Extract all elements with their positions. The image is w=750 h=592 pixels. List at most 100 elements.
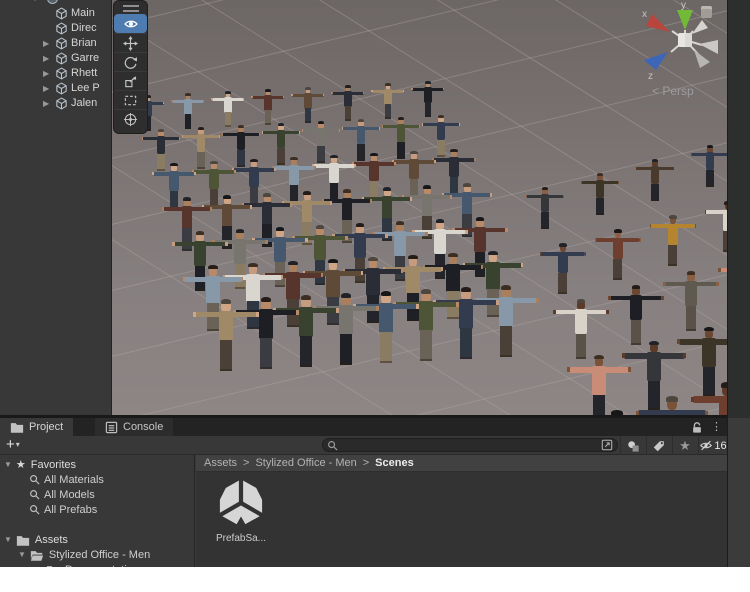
scene-orientation-gizmo[interactable]: y x z < Persp <box>622 0 727 100</box>
character-figure[interactable] <box>690 145 727 188</box>
breadcrumb-part-current[interactable]: Scenes <box>375 457 414 469</box>
move-tool-button[interactable] <box>114 33 147 52</box>
search-input[interactable] <box>341 439 601 451</box>
scene-view[interactable]: y x z < Persp <box>112 0 727 416</box>
tab-project[interactable]: Project <box>0 418 74 436</box>
tree-label: All Prefabs <box>44 503 98 516</box>
gizmo-z-axis-cone[interactable] <box>644 52 668 70</box>
character-figure[interactable] <box>663 270 719 332</box>
star-icon: ★ <box>679 437 691 453</box>
transform-tool-button[interactable] <box>114 109 147 128</box>
hierarchy-item-label: Rhett <box>71 67 98 79</box>
tab-console[interactable]: Console <box>95 418 174 436</box>
character-figure[interactable] <box>635 159 675 202</box>
character-figure[interactable] <box>608 284 664 346</box>
menu-dots-icon[interactable]: ⋮ <box>711 422 722 433</box>
favorites-item-all-prefabs[interactable]: All Prefabs <box>29 502 97 517</box>
chevron-down-icon: ▾ <box>15 440 20 449</box>
search-field[interactable] <box>322 438 618 452</box>
search-icon <box>30 505 40 515</box>
expand-arrow-icon[interactable]: ▶ <box>43 54 52 63</box>
character-figure[interactable] <box>411 81 445 118</box>
right-edge-panel-top <box>727 0 750 418</box>
character-figure[interactable] <box>539 242 587 295</box>
gizmo-neg-y-cone[interactable] <box>692 20 708 34</box>
gizmo-x-axis-cone[interactable] <box>646 14 670 32</box>
scale-icon <box>125 75 137 87</box>
breadcrumb-part[interactable]: Stylized Office - Men <box>255 457 356 469</box>
character-figure[interactable] <box>580 173 620 216</box>
hierarchy-item[interactable]: Direc <box>0 21 111 36</box>
collapse-arrow-icon[interactable]: ▼ <box>18 550 26 559</box>
tree-label: All Materials <box>44 473 104 486</box>
character-figure[interactable] <box>291 87 325 124</box>
hidden-count-toggle[interactable]: 16 <box>698 436 727 455</box>
gameobject-cube-icon <box>55 67 68 80</box>
hierarchy-item[interactable]: ▶ Brian <box>0 36 111 51</box>
hierarchy-item[interactable]: ▶ Lee P <box>0 81 111 96</box>
project-content-area[interactable]: PrefabSa... <box>196 472 727 567</box>
gizmo-y-label: y <box>681 0 686 11</box>
open-folder-icon <box>30 550 44 561</box>
folder-stylized-office-men[interactable]: ▼ Stylized Office - Men <box>18 547 150 562</box>
character-figure[interactable] <box>171 93 205 130</box>
collapse-arrow-icon[interactable]: ▼ <box>4 535 12 544</box>
expand-arrow-icon[interactable]: ▼ <box>31 0 39 3</box>
gizmo-neg-x-cone[interactable] <box>699 40 718 54</box>
tree-label: Favorites <box>30 458 77 471</box>
project-panel: Project Console ⋮ +▾ ★ 16 ▼ ★ Favorites … <box>0 418 727 567</box>
character-figure[interactable] <box>192 298 260 372</box>
character-figure[interactable] <box>525 187 565 230</box>
gizmo-neg-z-cone[interactable] <box>694 50 710 68</box>
hierarchy-item[interactable]: ▶ Jalen <box>0 96 111 111</box>
folder-documentation[interactable]: Documentation <box>46 562 139 567</box>
overlay-grip-icon[interactable] <box>122 5 139 12</box>
character-figure[interactable] <box>371 83 405 120</box>
add-asset-button[interactable]: +▾ <box>6 436 20 454</box>
filter-by-label-button[interactable] <box>646 436 671 455</box>
hierarchy-item[interactable]: Main <box>0 6 111 21</box>
character-figure[interactable] <box>567 354 631 416</box>
hidden-count: 16 <box>714 439 727 452</box>
character-figure[interactable] <box>649 214 697 267</box>
collapse-arrow-icon[interactable]: ▼ <box>4 460 12 469</box>
rotate-tool-button[interactable] <box>114 52 147 71</box>
gizmo-y-axis-cone[interactable] <box>677 10 693 30</box>
gameobject-cube-icon <box>55 97 68 110</box>
favorites-item-all-models[interactable]: All Models <box>29 487 95 502</box>
expand-arrow-icon[interactable]: ▶ <box>43 99 52 108</box>
favorites-section[interactable]: ▼ ★ Favorites <box>4 457 76 472</box>
right-edge-panel-bottom <box>727 418 750 567</box>
favorites-item-all-materials[interactable]: All Materials <box>29 472 104 487</box>
expand-arrow-icon[interactable]: ▶ <box>43 84 52 93</box>
tab-label: Console <box>123 421 164 433</box>
breadcrumb-part[interactable]: Assets <box>204 457 237 469</box>
asset-item-scene[interactable]: PrefabSa... <box>208 476 274 544</box>
panel-divider[interactable] <box>0 415 727 418</box>
character-figure[interactable] <box>594 228 642 281</box>
view-tool-button[interactable] <box>114 14 147 33</box>
open-search-window-icon[interactable] <box>601 439 613 451</box>
filter-by-type-button[interactable] <box>620 436 645 455</box>
gameobject-cube-icon <box>55 7 68 20</box>
scale-tool-button[interactable] <box>114 71 147 90</box>
expand-arrow-icon[interactable]: ▶ <box>43 39 52 48</box>
hierarchy-item[interactable]: ▶ Garre <box>0 51 111 66</box>
character-figure[interactable] <box>211 91 245 128</box>
perspective-mode-label[interactable]: < Persp <box>652 84 694 98</box>
gameobject-cube-icon <box>55 52 68 65</box>
hierarchy-item[interactable]: ▶ Rhett <box>0 66 111 81</box>
character-figure[interactable] <box>704 200 727 253</box>
lock-icon[interactable] <box>691 421 703 434</box>
character-figure[interactable] <box>251 89 285 126</box>
favorites-filter-button[interactable]: ★ <box>672 436 697 455</box>
gameobject-cube-icon <box>55 82 68 95</box>
character-figure[interactable] <box>553 298 609 360</box>
expand-arrow-icon[interactable]: ▶ <box>43 69 52 78</box>
folder-icon <box>10 423 24 433</box>
character-figure[interactable] <box>331 85 365 122</box>
gizmo-z-label: z <box>648 71 653 82</box>
assets-root-folder[interactable]: ▼ Assets <box>4 532 68 547</box>
character-figure[interactable] <box>718 258 727 318</box>
rect-tool-button[interactable] <box>114 90 147 109</box>
